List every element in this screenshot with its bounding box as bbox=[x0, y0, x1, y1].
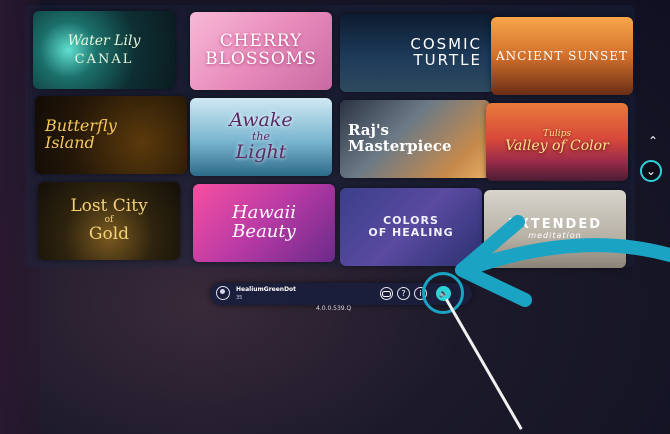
highlight-circle bbox=[422, 272, 464, 314]
help-glyph: ? bbox=[401, 289, 406, 298]
username-label: HealiumGreenDot bbox=[236, 286, 297, 293]
vr-scene: Water Lily CANAL CHERRY BLOSSOMS COSMIC … bbox=[0, 0, 670, 434]
annotation-arrow bbox=[455, 215, 670, 307]
vr-glasses-icon[interactable] bbox=[380, 287, 393, 300]
user-icon[interactable] bbox=[216, 286, 230, 300]
user-subtext: 35 bbox=[236, 295, 243, 301]
version-label: 4.0.0.539.Q bbox=[316, 305, 352, 312]
help-icon[interactable]: ? bbox=[397, 287, 410, 300]
